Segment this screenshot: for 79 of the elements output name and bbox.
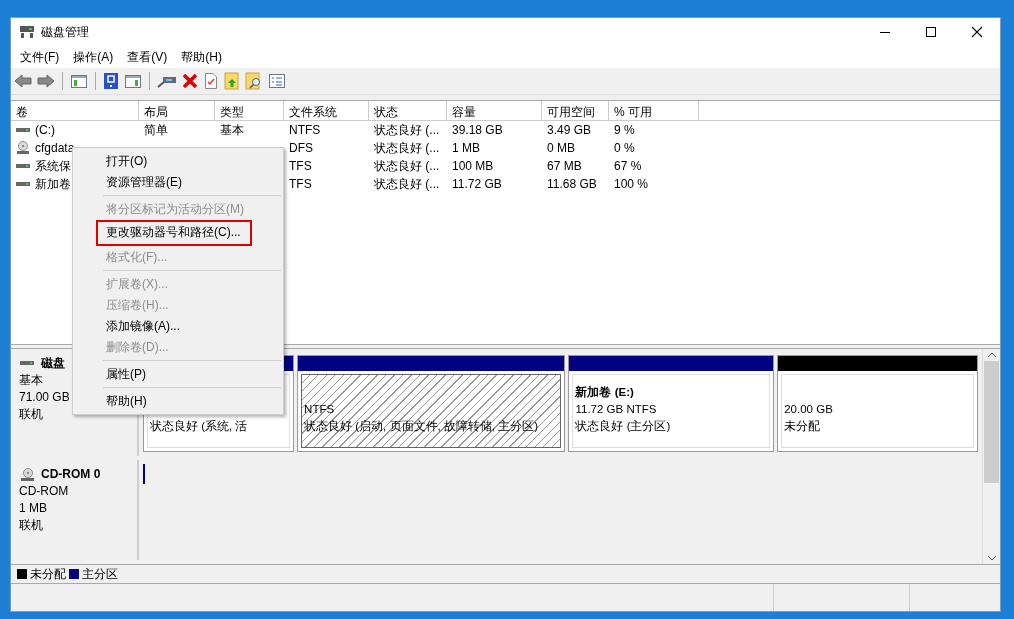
partition[interactable]: 新加卷 (E:) 11.72 GB NTFS 状态良好 (主分区) [568,355,775,453]
table-cell: TFS [289,159,312,173]
column-header[interactable]: 可用空间 [542,101,609,121]
partition-info: NTFS [304,402,336,418]
table-cell: 系统保 [35,157,71,175]
partition-info: 状态良好 (启动, 页面文件, 故障转储, 主分区) [304,419,540,435]
legend-label: 主分区 [82,565,118,583]
partition-info: 11.72 GB NTFS [575,402,658,418]
partition-info: 未分配 [784,419,822,435]
context-menu-item[interactable]: 打开(O) [73,151,283,171]
folder-up-icon[interactable] [224,72,240,90]
partition-info: 状态良好 (系统, 活 [150,419,249,435]
table-cell: 状态良好 (... [374,175,440,193]
partition[interactable]: 20.00 GB 未分配 [777,355,978,453]
disk-info: 基本 [19,373,43,387]
legend-label: 未分配 [30,565,66,583]
table-cell: 简单 [144,121,168,139]
column-header[interactable]: % 可用 [609,101,699,121]
back-arrow-icon[interactable] [14,73,32,89]
context-menu-item[interactable]: 添加镜像(A)... [73,316,283,336]
table-cell: 67 % [614,159,642,173]
disk-info: 1 MB [19,501,47,516]
disk-info: 联机 [19,407,43,421]
table-cell: 状态良好 (... [374,121,440,139]
table-cell: 39.18 GB [452,123,503,137]
disk-info: 71.00 GB [19,390,70,404]
context-menu-item[interactable]: 更改驱动器号和路径(C)... [97,221,251,245]
context-menu-item[interactable]: 帮助(H) [73,391,283,411]
table-cell: 11.68 GB [547,177,597,191]
table-cell: 1 MB [452,141,480,155]
table-cell: 状态良好 (... [374,139,440,157]
disk-info: 联机 [19,518,43,533]
table-cell: cfgdata [35,141,75,155]
scrollbar[interactable] [982,349,1000,564]
column-header[interactable]: 状态 [369,101,447,121]
table-cell: 9 % [614,123,635,137]
column-header[interactable]: 文件系统 [284,101,369,121]
partition-info: 状态良好 (主分区) [575,419,672,435]
column-header[interactable]: 布局 [139,101,215,121]
disk-info: CD-ROM [19,484,69,499]
column-header[interactable]: 卷 [11,101,139,121]
partition[interactable]: NTFS 状态良好 (启动, 页面文件, 故障转储, 主分区) [297,355,566,453]
column-header[interactable]: 类型 [215,101,284,121]
table-cell: TFS [289,177,312,191]
context-menu-item[interactable]: 资源管理器(E) [73,172,283,192]
partition-info: 20.00 GB [784,402,834,418]
partition-title: 新加卷 (E:) [575,384,635,401]
table-cell: NTFS [289,123,321,137]
menu-item[interactable]: 帮助(H) [174,48,229,66]
table-cell: 0 MB [547,141,575,155]
properties-list-icon[interactable] [268,73,286,89]
table-cell: 0 % [614,141,635,155]
panel-icon[interactable] [70,73,88,89]
table-cell: 状态良好 (... [374,157,440,175]
column-header[interactable]: 容量 [447,101,542,121]
disk-drive-icon [19,25,35,39]
panel-icon[interactable] [124,73,142,89]
table-cell: 3.49 GB [547,123,592,137]
table-cell: 11.72 GB [452,177,502,191]
table-cell: 100 % [614,177,649,191]
table-cell: 基本 [220,121,244,139]
table-cell: 100 MB [452,159,494,173]
table-cell: (C:) [35,123,55,137]
cd-drive-icon [16,141,30,155]
table-cell: 新加卷 [35,175,71,193]
delete-icon[interactable] [182,73,198,89]
disk-name: 磁盘 [41,355,65,372]
cd-drive-icon [19,467,35,482]
menu-item[interactable]: 操作(A) [66,48,121,66]
table-cell: DFS [289,141,313,155]
menu-item[interactable]: 查看(V) [120,48,175,66]
menu-item[interactable]: 文件(F) [13,48,67,66]
disk-name: CD-ROM 0 [41,466,101,484]
check-document-icon[interactable] [203,72,219,90]
forward-arrow-icon[interactable] [37,73,55,89]
window-title: 磁盘管理 [41,23,89,41]
context-menu-item[interactable]: 属性(P) [73,364,283,384]
table-cell: 67 MB [547,159,582,173]
folder-search-icon[interactable] [245,72,263,90]
